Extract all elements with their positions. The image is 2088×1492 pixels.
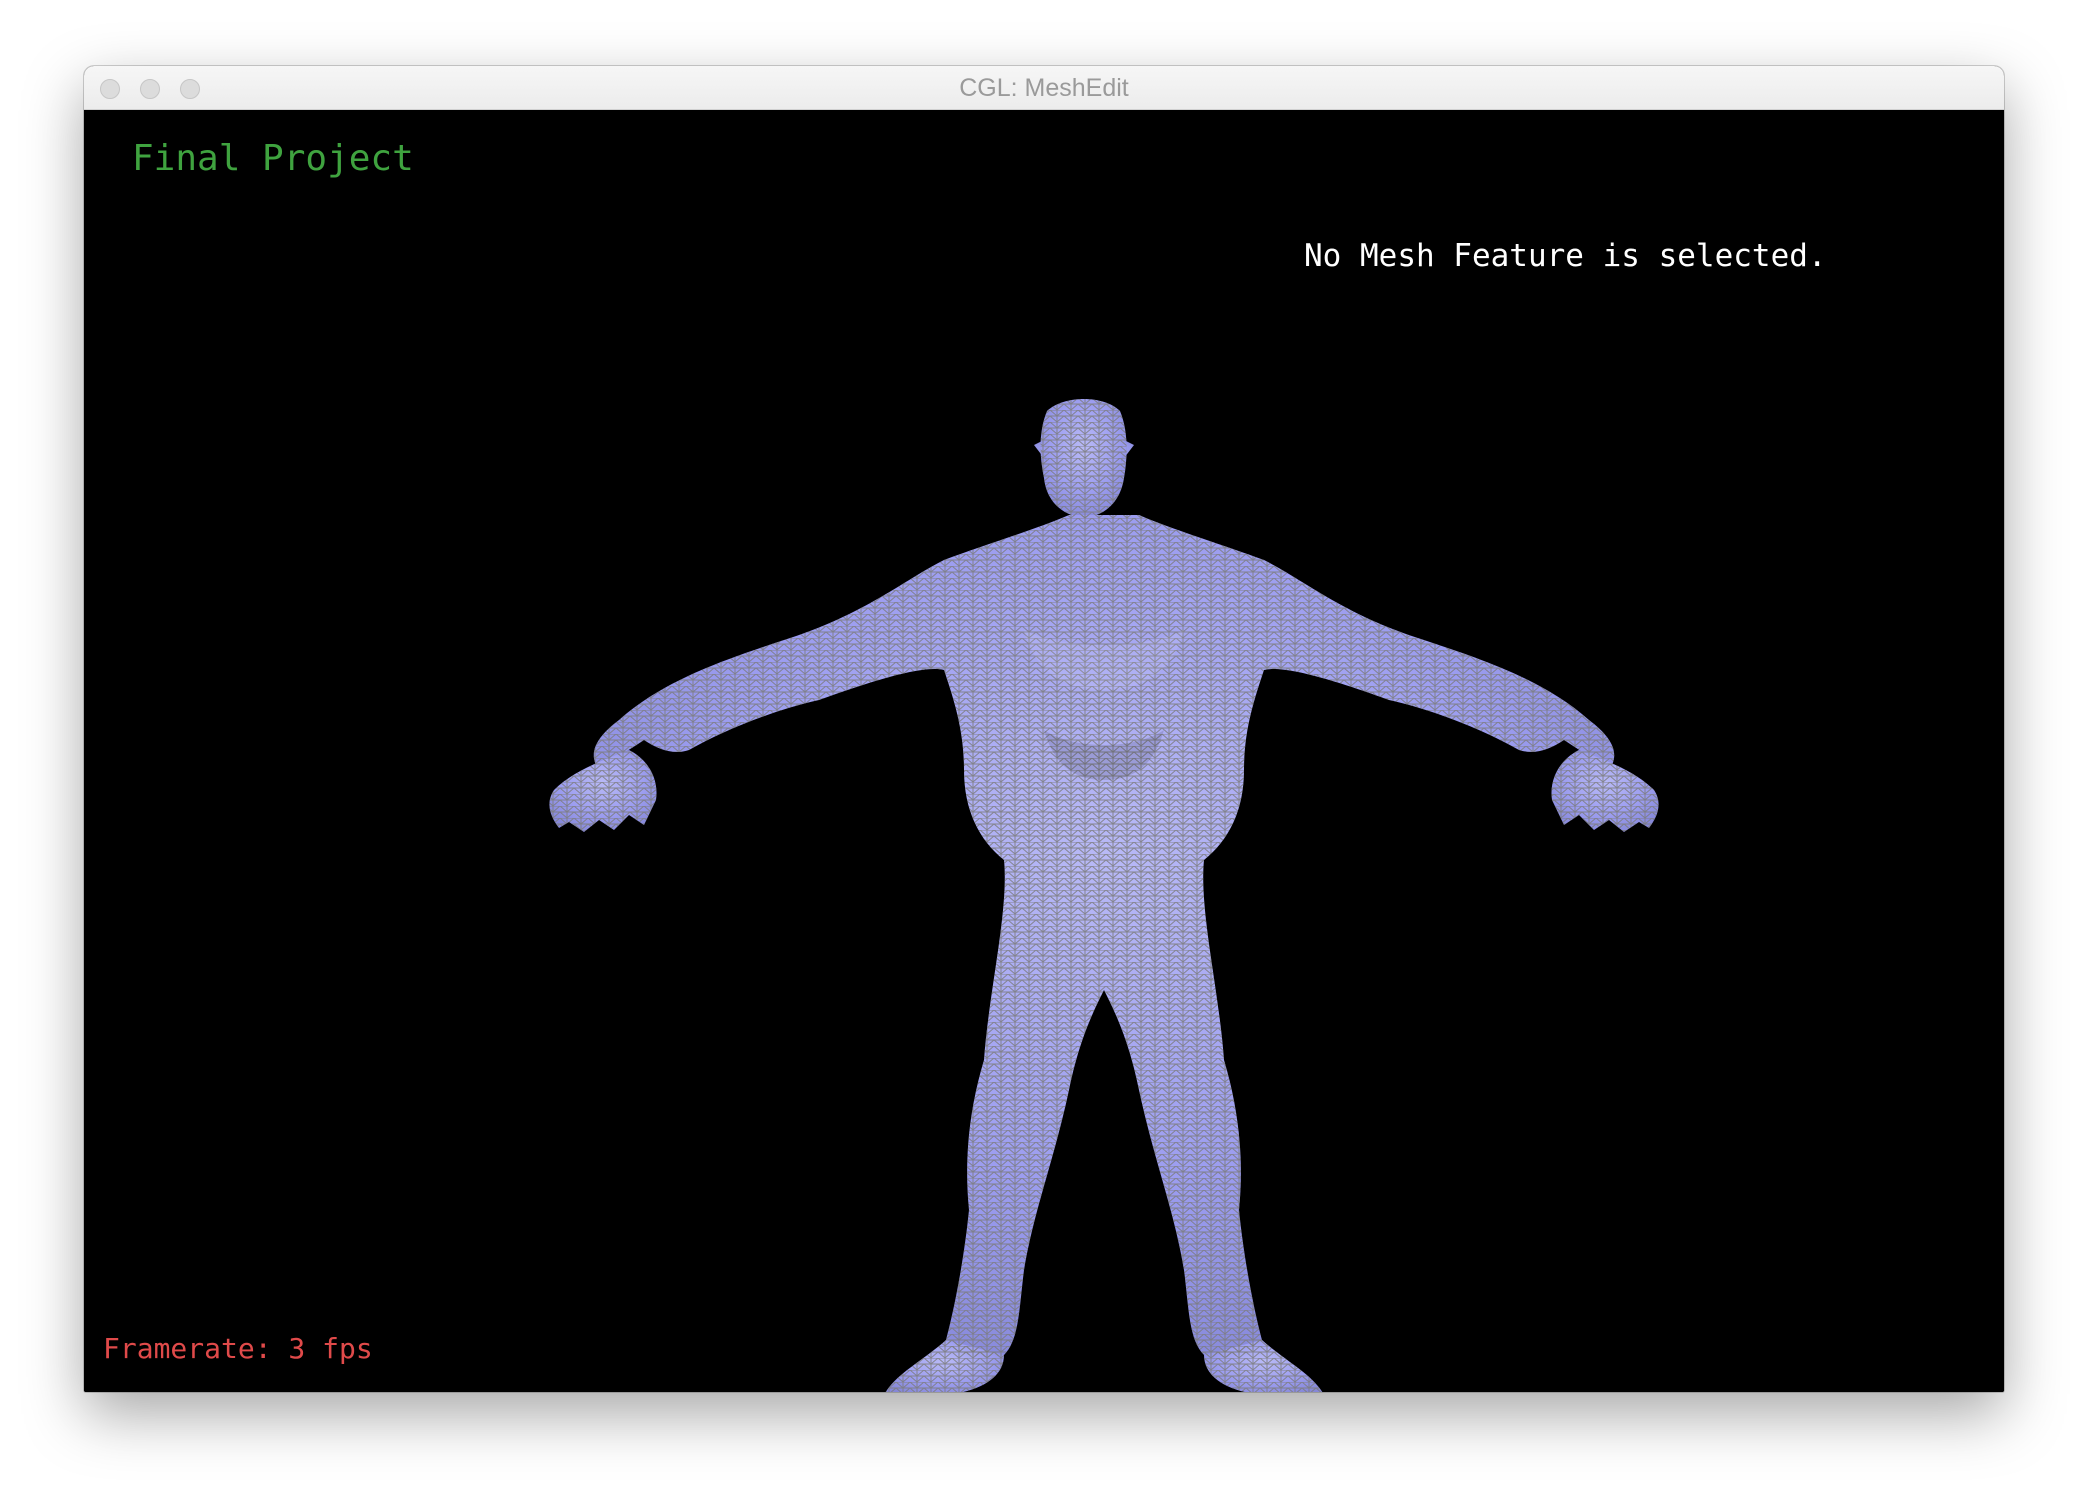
app-window: CGL: MeshEdit Final Project No Mesh Feat… <box>84 66 2004 1392</box>
title-bar[interactable]: CGL: MeshEdit <box>84 66 2004 110</box>
selection-status: No Mesh Feature is selected. <box>1304 238 1827 274</box>
project-title: Final Project <box>132 138 414 179</box>
3d-viewport[interactable]: Final Project No Mesh Feature is selecte… <box>84 110 2004 1392</box>
mesh-model[interactable] <box>84 110 2004 1392</box>
window-title: CGL: MeshEdit <box>959 74 1129 102</box>
mesh-body <box>549 399 1659 1392</box>
framerate-readout: Framerate: 3 fps <box>103 1332 373 1365</box>
